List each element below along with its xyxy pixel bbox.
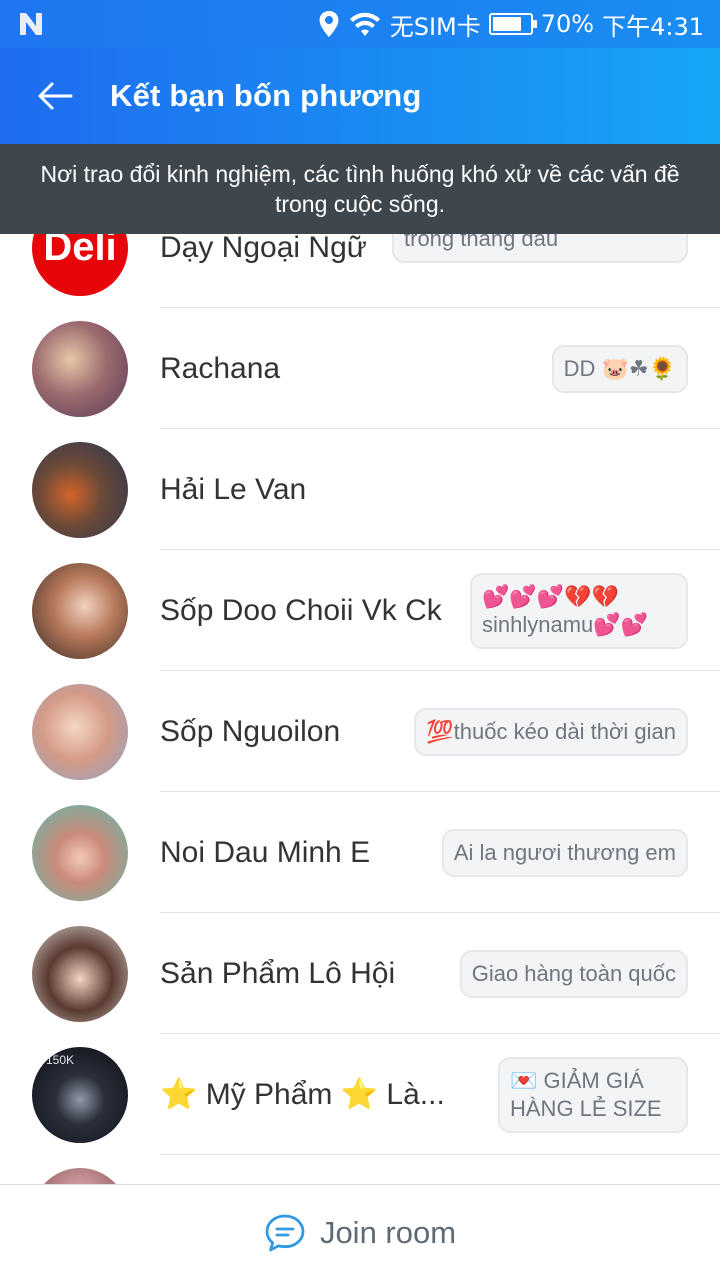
status-bubble: Giao hàng toàn quốc: [459, 949, 688, 998]
avatar: [32, 320, 128, 417]
list-item[interactable]: [0, 1155, 720, 1184]
status-bar: 无SIM卡 70% 下午4:31: [0, 0, 720, 48]
member-name: Noi Dau Minh E: [160, 835, 371, 869]
member-name: Hải Le Van: [160, 472, 307, 506]
status-bubble: Ai la ngươi thương em: [441, 828, 688, 877]
list-item[interactable]: Sốp Nguoilon 💯thuốc kéo dài thời gian: [0, 671, 720, 792]
chat-bubble-icon: [265, 1214, 305, 1251]
avatar: 150K: [32, 1046, 128, 1143]
clock: 下午4:31: [602, 12, 704, 41]
status-bubble: 💯thuốc kéo dài thời gian: [414, 707, 688, 756]
network-status: 无SIM卡: [389, 12, 481, 41]
n-icon: [16, 9, 46, 39]
arrow-left-icon: [38, 82, 73, 110]
avatar: [32, 562, 128, 659]
avatar: [32, 441, 128, 538]
list-item[interactable]: Sốp Doo Choii Vk Ck 💕💕💕💔💔 sinhlynamu💕💕: [0, 550, 720, 671]
list-item[interactable]: 150K ⭐ Mỹ Phẩm ⭐ Là... 💌 GIẢM GIÁ HÀNG L…: [0, 1034, 720, 1155]
location-icon: [319, 11, 339, 37]
room-description: Nơi trao đổi kinh nghiệm, các tình huống…: [0, 144, 720, 234]
list-item[interactable]: Hải Le Van: [0, 429, 720, 550]
status-bubble: 💌 GIẢM GIÁ HÀNG LẺ SIZE: [498, 1056, 688, 1133]
join-room-button[interactable]: Join room: [0, 1184, 720, 1280]
app-header: Kết bạn bốn phương: [0, 48, 720, 144]
member-list[interactable]: Deli Dạy Ngoại Ngữ Miễn phí toàn bộ học …: [0, 187, 720, 1184]
member-name: Sản Phẩm Lô Hội: [160, 956, 396, 990]
avatar: [32, 1167, 128, 1184]
list-item[interactable]: Sản Phẩm Lô Hội Giao hàng toàn quốc: [0, 913, 720, 1034]
status-bubble: 💕💕💕💔💔 sinhlynamu💕💕: [470, 572, 688, 649]
wifi-icon: [349, 12, 380, 36]
avatar: [32, 804, 128, 901]
battery-icon: [488, 13, 537, 35]
list-item[interactable]: Noi Dau Minh E Ai la ngươi thương em: [0, 792, 720, 913]
avatar-price-tag: 150K: [46, 1052, 75, 1067]
member-name: ⭐ Mỹ Phẩm ⭐ Là...: [160, 1078, 445, 1111]
status-bubble: DD 🐷☘🌻: [551, 344, 688, 393]
join-room-label: Join room: [319, 1214, 457, 1250]
member-name: Dạy Ngoại Ngữ: [160, 230, 367, 264]
avatar: [32, 925, 128, 1022]
page-title: Kết bạn bốn phương: [110, 78, 422, 113]
battery-percent: 70%: [540, 10, 595, 38]
member-name: Sốp Nguoilon: [160, 714, 341, 748]
avatar: [32, 683, 128, 780]
back-button[interactable]: [0, 48, 110, 144]
member-name: Sốp Doo Choii Vk Ck: [160, 593, 442, 627]
list-item[interactable]: Rachana DD 🐷☘🌻: [0, 308, 720, 429]
member-name: Rachana: [160, 351, 281, 385]
